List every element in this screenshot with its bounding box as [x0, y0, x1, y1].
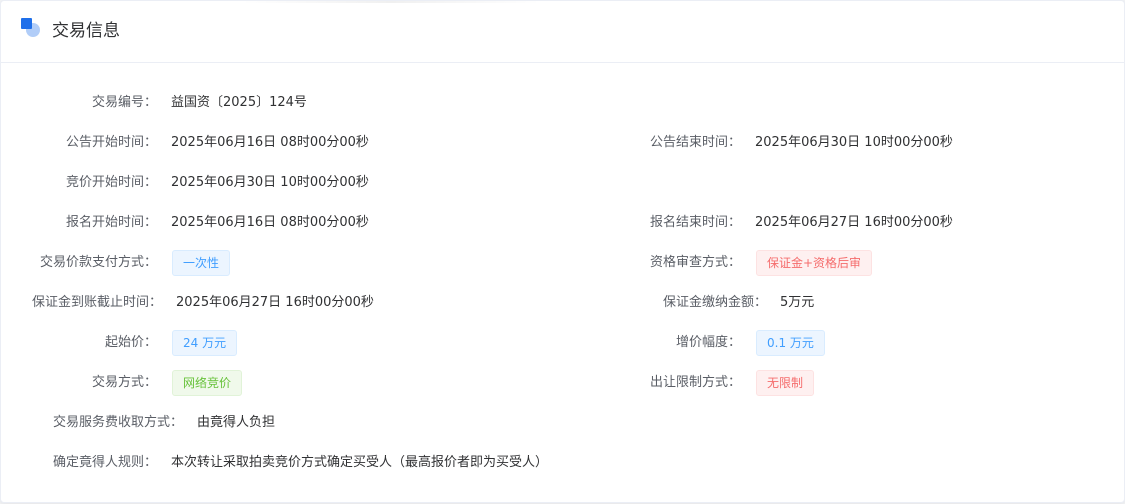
winner-rule-value: 本次转让采取拍卖竞价方式确定买受人（最高报价者即为买受人） [171, 455, 549, 470]
deposit-deadline-label: 保证金到账截止时间： [31, 295, 162, 310]
increment-label: 增价幅度： [675, 335, 741, 350]
card-header: 交易信息 [1, 1, 1124, 63]
signup-start-label: 报名开始时间： [65, 215, 157, 230]
notice-start-value: 2025年06月16日 08时00分00秒 [171, 135, 369, 150]
bid-start-value: 2025年06月30日 10时00分00秒 [171, 175, 369, 190]
service-fee-label: 交易服务费收取方式： [52, 415, 183, 430]
signup-end-value: 2025年06月27日 16时00分00秒 [755, 215, 953, 230]
service-fee-value: 由竟得人负担 [197, 415, 276, 430]
deposit-amount-value: 5万元 [780, 295, 815, 310]
signup-end-label: 报名结束时间： [649, 215, 741, 230]
notice-end-label: 公告结束时间： [649, 135, 741, 150]
info-section-icon [21, 18, 43, 40]
trade-no-value: 益国资〔2025〕124号 [171, 95, 307, 110]
winner-rule-label: 确定竟得人规则： [52, 455, 157, 470]
starting-price-tag: 24 万元 [172, 330, 238, 356]
deposit-deadline-value: 2025年06月27日 16时00分00秒 [176, 295, 374, 310]
payment-method-tag: 一次性 [172, 250, 231, 276]
signup-start-value: 2025年06月16日 08时00分00秒 [171, 215, 369, 230]
trade-method-tag: 网络竞价 [172, 370, 243, 396]
trade-info-card: 交易信息 交易编号： 益国资〔2025〕124号 公告开始时间： 2025年06… [0, 0, 1125, 503]
qualification-review-label: 资格审查方式： [649, 255, 741, 270]
trade-no-label: 交易编号： [91, 95, 157, 110]
payment-method-label: 交易价款支付方式： [39, 255, 157, 270]
qualification-review-tag: 保证金+资格后审 [756, 250, 873, 276]
notice-start-label: 公告开始时间： [65, 135, 157, 150]
trade-method-label: 交易方式： [91, 375, 157, 390]
card-title: 交易信息 [52, 21, 120, 41]
transfer-restriction-tag: 无限制 [756, 370, 815, 396]
starting-price-label: 起始价： [104, 335, 157, 350]
increment-tag: 0.1 万元 [756, 330, 825, 356]
notice-end-value: 2025年06月30日 10时00分00秒 [755, 135, 953, 150]
transfer-restriction-label: 出让限制方式： [649, 375, 741, 390]
bid-start-label: 竞价开始时间： [65, 175, 157, 190]
deposit-amount-label: 保证金缴纳金额： [662, 295, 767, 310]
